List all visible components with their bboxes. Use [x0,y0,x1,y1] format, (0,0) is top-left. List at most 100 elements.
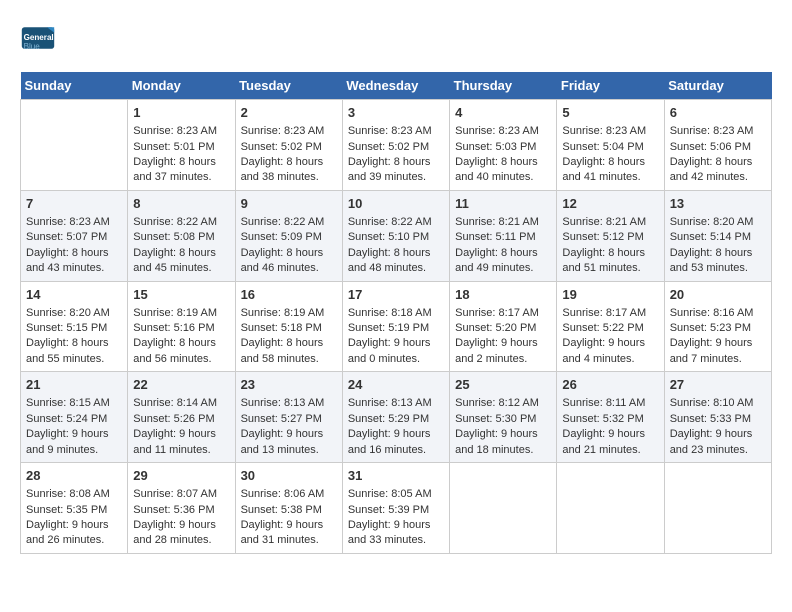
sunrise-text: Sunrise: 8:17 AM [562,306,658,321]
sunrise-text: Sunrise: 8:23 AM [670,124,766,139]
sunset-text: Sunset: 5:36 PM [133,503,229,518]
calendar-cell: 18 Sunrise: 8:17 AMSunset: 5:20 PMDayligh… [450,281,557,372]
day-number: 30 [241,467,337,485]
daylight-text: Daylight: 8 hours and 42 minutes. [670,155,766,186]
calendar-cell: 9Sunrise: 8:22 AMSunset: 5:09 PMDaylight… [235,190,342,281]
calendar-cell: 28Sunrise: 8:08 AMSunset: 5:35 PMDayligh… [21,463,128,554]
day-header-wednesday: Wednesday [342,72,449,100]
sunset-text: Sunset: 5:27 PM [241,412,337,427]
day-number: 4 [455,104,551,122]
daylight-text: Daylight: 8 hours and 43 minutes. [26,246,122,277]
page-header: General Blue [20,20,772,56]
sunset-text: Sunset: 5:14 PM [670,230,766,245]
daylight-text: Daylight: 9 hours and 13 minutes. [241,427,337,458]
daylight-text: Daylight: 8 hours and 37 minutes. [133,155,229,186]
day-header-saturday: Saturday [664,72,771,100]
daylight-text: Daylight: 8 hours and 39 minutes. [348,155,444,186]
sunrise-text: Sunrise: 8:23 AM [26,215,122,230]
day-number: 29 [133,467,229,485]
sunset-text: Sunset: 5:11 PM [455,230,551,245]
calendar-cell: 8Sunrise: 8:22 AMSunset: 5:08 PMDaylight… [128,190,235,281]
day-number: 24 [348,376,444,394]
sunrise-text: Sunrise: 8:20 AM [670,215,766,230]
calendar-cell: 11Sunrise: 8:21 AMSunset: 5:11 PMDayligh… [450,190,557,281]
sunrise-text: Sunrise: 8:21 AM [562,215,658,230]
daylight-text: Daylight: 8 hours and 41 minutes. [562,155,658,186]
day-header-friday: Friday [557,72,664,100]
calendar-cell [664,463,771,554]
sunset-text: Sunset: 5:23 PM [670,321,766,336]
day-number: 20 [670,286,766,304]
day-number: 8 [133,195,229,213]
daylight-text: Daylight: 8 hours and 45 minutes. [133,246,229,277]
daylight-text: Daylight: 8 hours and 51 minutes. [562,246,658,277]
daylight-text: Daylight: 9 hours and 23 minutes. [670,427,766,458]
calendar-cell: 10Sunrise: 8:22 AMSunset: 5:10 PMDayligh… [342,190,449,281]
sunset-text: Sunset: 5:16 PM [133,321,229,336]
day-number: 14 [26,286,122,304]
sunset-text: Sunset: 5:38 PM [241,503,337,518]
calendar-cell: 6 Sunrise: 8:23 AMSunset: 5:06 PMDaylight… [664,100,771,191]
day-number: 17 [348,286,444,304]
sunrise-text: Sunrise: 8:20 AM [26,306,122,321]
sunset-text: Sunset: 5:09 PM [241,230,337,245]
logo-icon: General Blue [20,20,56,56]
sunset-text: Sunset: 5:19 PM [348,321,444,336]
sunset-text: Sunset: 5:32 PM [562,412,658,427]
sunset-text: Sunset: 5:30 PM [455,412,551,427]
daylight-text: Daylight: 9 hours and 7 minutes. [670,336,766,367]
day-number: 25 [455,376,551,394]
daylight-text: Daylight: 8 hours and 55 minutes. [26,336,122,367]
sunset-text: Sunset: 5:26 PM [133,412,229,427]
daylight-text: Daylight: 9 hours and 21 minutes. [562,427,658,458]
calendar-cell: 5 Sunrise: 8:23 AMSunset: 5:04 PMDaylight… [557,100,664,191]
daylight-text: Daylight: 8 hours and 58 minutes. [241,336,337,367]
sunrise-text: Sunrise: 8:16 AM [670,306,766,321]
sunset-text: Sunset: 5:33 PM [670,412,766,427]
day-number: 19 [562,286,658,304]
days-header-row: SundayMondayTuesdayWednesdayThursdayFrid… [21,72,772,100]
calendar-cell: 21Sunrise: 8:15 AMSunset: 5:24 PMDayligh… [21,372,128,463]
day-number: 5 [562,104,658,122]
day-number: 31 [348,467,444,485]
calendar-cell [557,463,664,554]
day-number: 10 [348,195,444,213]
day-number: 12 [562,195,658,213]
daylight-text: Daylight: 9 hours and 4 minutes. [562,336,658,367]
calendar-cell: 24Sunrise: 8:13 AMSunset: 5:29 PMDayligh… [342,372,449,463]
sunset-text: Sunset: 5:04 PM [562,140,658,155]
sunrise-text: Sunrise: 8:08 AM [26,487,122,502]
svg-text:General: General [24,33,54,42]
sunrise-text: Sunrise: 8:13 AM [348,396,444,411]
calendar-week-4: 21Sunrise: 8:15 AMSunset: 5:24 PMDayligh… [21,372,772,463]
sunrise-text: Sunrise: 8:22 AM [348,215,444,230]
day-number: 11 [455,195,551,213]
sunrise-text: Sunrise: 8:23 AM [241,124,337,139]
day-number: 6 [670,104,766,122]
daylight-text: Daylight: 9 hours and 28 minutes. [133,518,229,549]
day-number: 28 [26,467,122,485]
sunrise-text: Sunrise: 8:17 AM [455,306,551,321]
day-number: 23 [241,376,337,394]
sunset-text: Sunset: 5:07 PM [26,230,122,245]
sunset-text: Sunset: 5:20 PM [455,321,551,336]
sunrise-text: Sunrise: 8:10 AM [670,396,766,411]
calendar-cell: 2Sunrise: 8:23 AMSunset: 5:02 PMDaylight… [235,100,342,191]
sunrise-text: Sunrise: 8:06 AM [241,487,337,502]
calendar-cell: 16Sunrise: 8:19 AMSunset: 5:18 PMDayligh… [235,281,342,372]
daylight-text: Daylight: 8 hours and 38 minutes. [241,155,337,186]
sunset-text: Sunset: 5:18 PM [241,321,337,336]
daylight-text: Daylight: 8 hours and 48 minutes. [348,246,444,277]
day-number: 22 [133,376,229,394]
daylight-text: Daylight: 9 hours and 2 minutes. [455,336,551,367]
day-number: 18 [455,286,551,304]
calendar-table: SundayMondayTuesdayWednesdayThursdayFrid… [20,72,772,554]
day-header-tuesday: Tuesday [235,72,342,100]
daylight-text: Daylight: 9 hours and 31 minutes. [241,518,337,549]
calendar-cell: 4Sunrise: 8:23 AMSunset: 5:03 PMDaylight… [450,100,557,191]
calendar-cell: 30 Sunrise: 8:06 AMSunset: 5:38 PMDayligh… [235,463,342,554]
daylight-text: Daylight: 9 hours and 18 minutes. [455,427,551,458]
calendar-cell: 25Sunrise: 8:12 AMSunset: 5:30 PMDayligh… [450,372,557,463]
sunset-text: Sunset: 5:06 PM [670,140,766,155]
sunrise-text: Sunrise: 8:23 AM [562,124,658,139]
